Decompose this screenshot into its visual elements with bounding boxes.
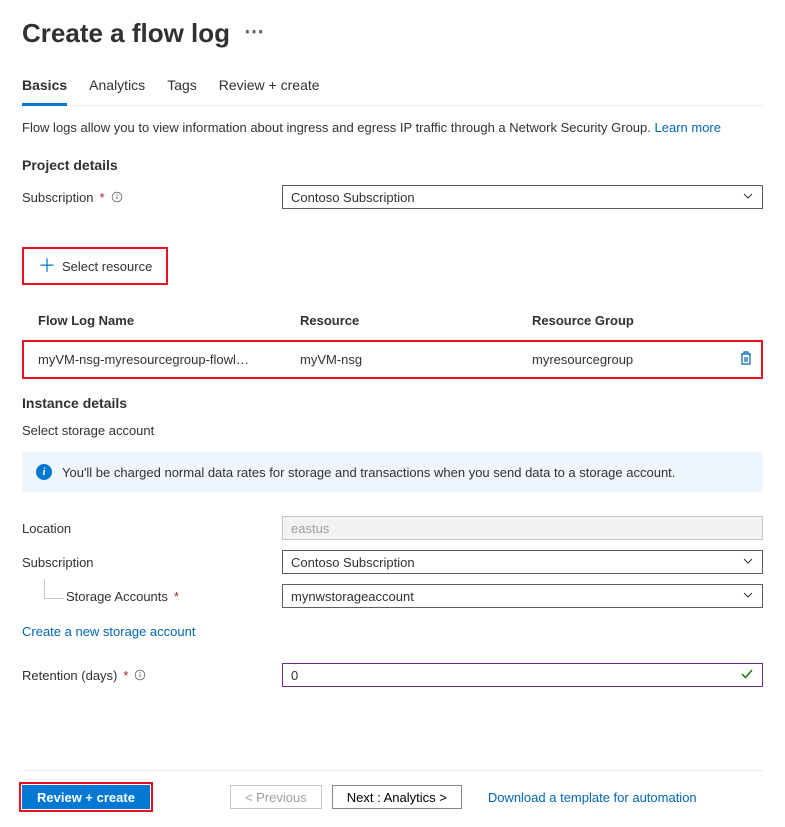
- subscription-label-text: Subscription: [22, 190, 94, 205]
- storage-accounts-value: mynwstorageaccount: [291, 589, 414, 604]
- storage-subscription-select[interactable]: Contoso Subscription: [282, 550, 763, 574]
- retention-input[interactable]: 0: [282, 663, 763, 687]
- location-label: Location: [22, 521, 282, 536]
- tab-tags[interactable]: Tags: [167, 77, 197, 106]
- tab-description: Flow logs allow you to view information …: [22, 120, 763, 135]
- previous-button: < Previous: [230, 785, 322, 809]
- download-template-link[interactable]: Download a template for automation: [488, 790, 697, 805]
- required-indicator: *: [123, 668, 128, 683]
- description-text: Flow logs allow you to view information …: [22, 120, 655, 135]
- required-indicator: *: [100, 190, 105, 205]
- subscription-select[interactable]: Contoso Subscription: [282, 185, 763, 209]
- required-indicator: *: [174, 589, 179, 604]
- cell-resource: myVM-nsg: [286, 342, 516, 377]
- storage-accounts-label: Storage Accounts *: [22, 589, 282, 604]
- chevron-down-icon: [742, 190, 754, 205]
- retention-value: 0: [291, 668, 298, 683]
- instance-details-subheading: Select storage account: [22, 423, 763, 438]
- select-resource-button[interactable]: ＋ Select resource: [22, 247, 168, 285]
- tab-basics[interactable]: Basics: [22, 77, 67, 106]
- cell-resource-group: myresourcegroup: [518, 342, 719, 377]
- tree-connector: [44, 579, 64, 599]
- info-banner-text: You'll be charged normal data rates for …: [62, 465, 675, 480]
- retention-label-text: Retention (days): [22, 668, 117, 683]
- resource-table: Flow Log Name Resource Resource Group my…: [22, 305, 763, 379]
- col-header-resource: Resource: [286, 307, 516, 340]
- plus-icon: ＋: [38, 257, 56, 275]
- storage-accounts-select[interactable]: mynwstorageaccount: [282, 584, 763, 608]
- wizard-footer: Review + create < Previous Next : Analyt…: [22, 770, 763, 809]
- storage-subscription-label: Subscription: [22, 555, 282, 570]
- location-input: eastus: [282, 516, 763, 540]
- cell-flow-log-name: myVM-nsg-myresourcegroup-flowl…: [24, 342, 284, 377]
- subscription-label: Subscription *: [22, 190, 282, 205]
- location-row: Location eastus: [22, 516, 763, 540]
- instance-details-heading: Instance details: [22, 395, 763, 411]
- col-header-group: Resource Group: [518, 307, 719, 340]
- retention-row: Retention (days) * 0: [22, 663, 763, 687]
- table-row[interactable]: myVM-nsg-myresourcegroup-flowl… myVM-nsg…: [24, 342, 761, 377]
- more-actions-icon[interactable]: ⋯: [244, 19, 264, 44]
- storage-accounts-label-text: Storage Accounts: [66, 589, 168, 604]
- page-title-text: Create a flow log: [22, 18, 230, 49]
- location-value: eastus: [291, 521, 329, 536]
- col-header-name: Flow Log Name: [24, 307, 284, 340]
- info-icon[interactable]: [134, 669, 146, 681]
- chevron-down-icon: [742, 589, 754, 604]
- select-resource-label: Select resource: [62, 259, 152, 274]
- create-storage-account-link[interactable]: Create a new storage account: [22, 624, 195, 639]
- tab-analytics[interactable]: Analytics: [89, 77, 145, 106]
- project-details-heading: Project details: [22, 157, 763, 173]
- subscription-row: Subscription * Contoso Subscription: [22, 185, 763, 209]
- storage-subscription-row: Subscription Contoso Subscription: [22, 550, 763, 574]
- check-icon: [740, 667, 754, 684]
- storage-subscription-value: Contoso Subscription: [291, 555, 415, 570]
- retention-label: Retention (days) *: [22, 668, 282, 683]
- chevron-down-icon: [742, 555, 754, 570]
- storage-accounts-row: Storage Accounts * mynwstorageaccount: [22, 584, 763, 608]
- next-button[interactable]: Next : Analytics >: [332, 785, 462, 809]
- tab-bar: Basics Analytics Tags Review + create: [22, 77, 763, 106]
- info-banner-icon: i: [36, 464, 52, 480]
- page-title: Create a flow log ⋯: [22, 18, 763, 49]
- learn-more-link[interactable]: Learn more: [655, 120, 721, 135]
- delete-icon[interactable]: [739, 354, 753, 369]
- info-banner: i You'll be charged normal data rates fo…: [22, 452, 763, 492]
- subscription-value: Contoso Subscription: [291, 190, 415, 205]
- review-create-button[interactable]: Review + create: [22, 785, 150, 809]
- info-icon[interactable]: [111, 191, 123, 203]
- table-header-row: Flow Log Name Resource Resource Group: [24, 307, 761, 340]
- tab-review-create[interactable]: Review + create: [219, 77, 320, 106]
